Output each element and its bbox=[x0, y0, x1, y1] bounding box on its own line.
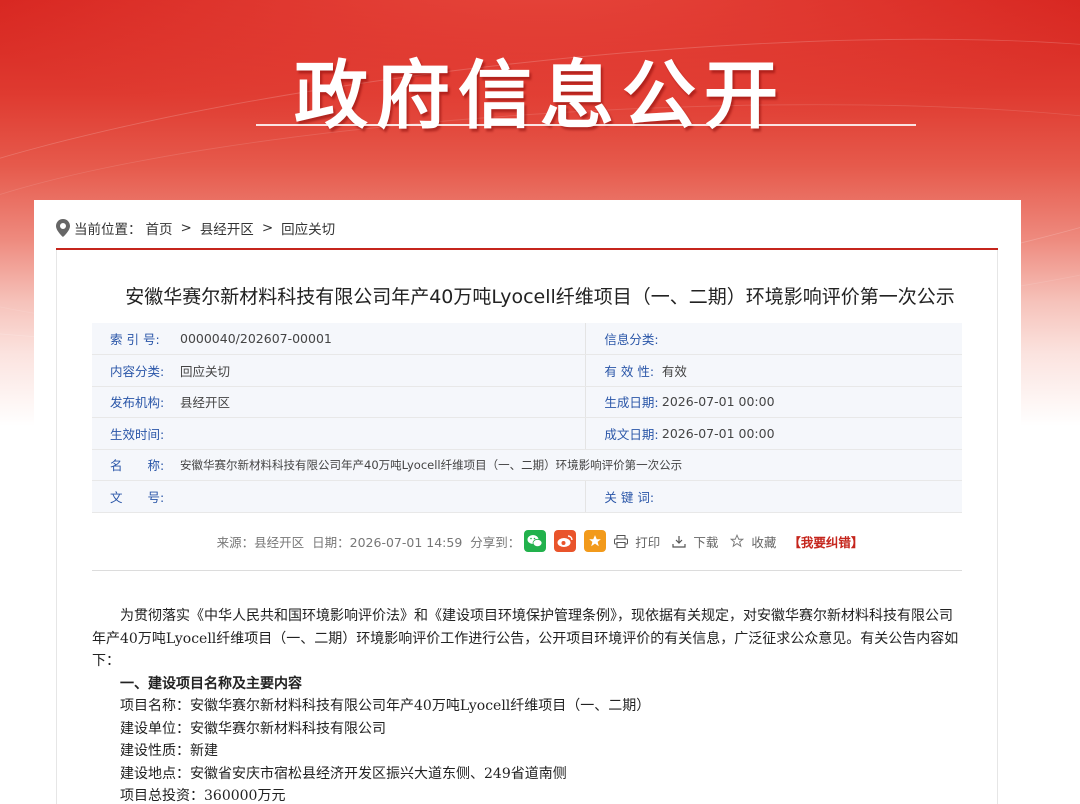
table-row: 文 号: 关 键 词: bbox=[92, 480, 962, 513]
download-icon bbox=[672, 535, 686, 548]
index-label: 索 引 号: bbox=[92, 323, 180, 355]
nature-line: 建设性质：新建 bbox=[120, 743, 218, 759]
print-button[interactable]: 打印 bbox=[614, 532, 664, 551]
source-text: 来源：县经开区 bbox=[216, 534, 305, 550]
favorite-label: 收藏 bbox=[751, 534, 777, 550]
builder-line: 建设单位：安徽华赛尔新材料科技有限公司 bbox=[120, 720, 386, 737]
validity-label: 有 效 性: bbox=[585, 354, 662, 387]
publisher-label: 发布机构: bbox=[92, 386, 180, 418]
banner-underline bbox=[256, 124, 916, 126]
section-heading: 一、建设项目名称及主要内容 bbox=[120, 675, 302, 692]
content-category-value: 回应关切 bbox=[180, 354, 586, 387]
table-row: 生效时间: 成文日期: 2026-07-01 00:00 bbox=[92, 417, 962, 450]
table-row: 名 称: 安徽华赛尔新材料科技有限公司年产40万吨Lyocell纤维项目（一、二… bbox=[92, 449, 962, 481]
effective-time-label: 生效时间: bbox=[92, 417, 180, 450]
content-divider bbox=[92, 570, 962, 571]
breadcrumb: 当前位置： 首页 > 县经开区 > 回应关切 bbox=[56, 218, 335, 238]
info-category-label: 信息分类: bbox=[585, 323, 662, 355]
info-category-value bbox=[661, 323, 962, 355]
article-body: 为贯彻落实《中华人民共和国环境影响评价法》和《建设项目环境保护管理条例》，现依据… bbox=[92, 605, 962, 804]
name-value: 安徽华赛尔新材料科技有限公司年产40万吨Lyocell纤维项目（一、二期）环境影… bbox=[180, 449, 962, 481]
breadcrumb-response[interactable]: 回应关切 bbox=[281, 218, 335, 238]
weibo-icon bbox=[557, 535, 573, 547]
favorite-button[interactable]: 收藏 bbox=[730, 532, 780, 551]
location-pin-icon bbox=[56, 219, 70, 237]
share-label: 分享到： bbox=[470, 534, 521, 550]
content-category-label: 内容分类: bbox=[92, 354, 180, 387]
validity-value: 有效 bbox=[661, 354, 962, 387]
wechat-share-button[interactable] bbox=[524, 530, 547, 552]
download-button[interactable]: 下载 bbox=[672, 532, 722, 551]
printer-icon bbox=[614, 534, 629, 548]
breadcrumb-prefix: 当前位置： bbox=[74, 222, 142, 238]
table-row: 发布机构: 县经开区 生成日期: 2026-07-01 00:00 bbox=[92, 386, 962, 418]
article-title: 安徽华赛尔新材料科技有限公司年产40万吨Lyocell纤维项目（一、二期）环境影… bbox=[125, 286, 955, 308]
doc-number-value bbox=[180, 480, 586, 513]
location-line: 建设地点：安徽省安庆市宿松县经济开发区振兴大道东侧、249省道南侧 bbox=[120, 765, 567, 782]
generated-date-value: 2026-07-01 00:00 bbox=[661, 386, 962, 418]
print-label: 打印 bbox=[635, 534, 661, 550]
index-value: 0000040/202607-00001 bbox=[180, 323, 586, 355]
article-info-bar: 来源：县经开区 日期：2026-07-01 14:59 分享到： 打印 下载 收… bbox=[0, 530, 1080, 552]
wechat-icon bbox=[527, 535, 543, 548]
metadata-table: 索 引 号: 0000040/202607-00001 信息分类: 内容分类: … bbox=[92, 323, 962, 513]
breadcrumb-separator: > bbox=[261, 220, 274, 236]
download-label: 下载 bbox=[693, 534, 719, 550]
breadcrumb-home[interactable]: 首页 bbox=[146, 218, 173, 238]
breadcrumb-dev-zone[interactable]: 县经开区 bbox=[200, 218, 254, 238]
publisher-value: 县经开区 bbox=[180, 386, 586, 418]
star-icon bbox=[589, 535, 602, 547]
table-row: 内容分类: 回应关切 有 效 性: 有效 bbox=[92, 354, 962, 387]
report-error-link[interactable]: 【我要纠错】 bbox=[788, 532, 863, 551]
qzone-share-button[interactable] bbox=[584, 530, 607, 552]
generated-date-label: 生成日期: bbox=[585, 386, 662, 418]
written-date-label: 成文日期: bbox=[585, 417, 662, 450]
keywords-value bbox=[661, 480, 962, 513]
table-row: 索 引 号: 0000040/202607-00001 信息分类: bbox=[92, 323, 962, 355]
project-name-line: 项目名称：安徽华赛尔新材料科技有限公司年产40万吨Lyocell纤维项目（一、二… bbox=[120, 698, 651, 714]
written-date-value: 2026-07-01 00:00 bbox=[661, 417, 962, 450]
keywords-label: 关 键 词: bbox=[585, 480, 662, 513]
investment-line: 项目总投资：360000万元 bbox=[120, 788, 286, 804]
star-outline-icon bbox=[730, 534, 745, 548]
weibo-share-button[interactable] bbox=[554, 530, 577, 552]
doc-number-label: 文 号: bbox=[92, 480, 180, 513]
name-label: 名 称: bbox=[92, 449, 180, 481]
date-text: 日期：2026-07-01 14:59 bbox=[312, 534, 463, 550]
breadcrumb-separator: > bbox=[180, 220, 192, 236]
effective-time-value bbox=[180, 417, 586, 450]
banner-title: 政府信息公开 bbox=[294, 53, 786, 139]
intro-paragraph: 为贯彻落实《中华人民共和国环境影响评价法》和《建设项目环境保护管理条例》，现依据… bbox=[92, 608, 959, 669]
